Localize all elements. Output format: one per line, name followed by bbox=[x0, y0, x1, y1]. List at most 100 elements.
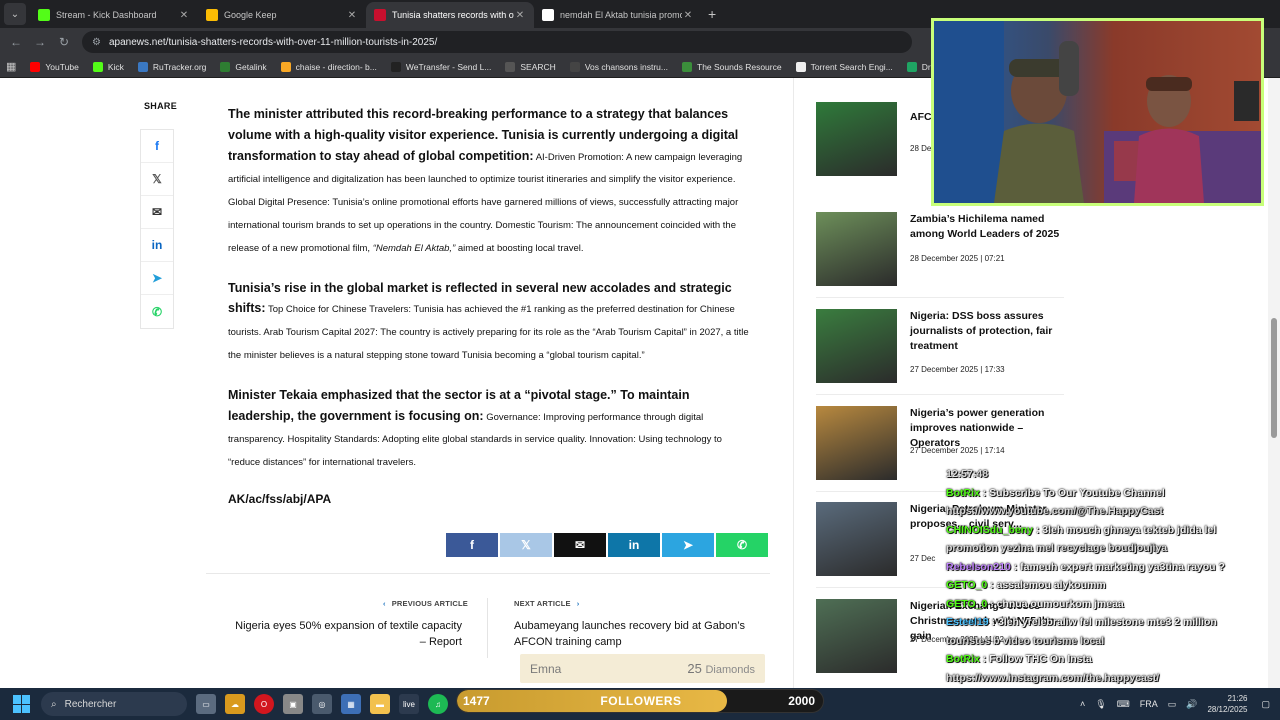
news-thumbnail[interactable] bbox=[816, 212, 897, 286]
clock-time: 21:26 bbox=[1227, 694, 1248, 703]
browser-tab[interactable]: nemdah El Aktab tunisia promo ✕ bbox=[534, 2, 702, 28]
bookmark-item[interactable]: chaise - direction- b... bbox=[280, 61, 377, 72]
whatsapp-share-button[interactable]: ✆ bbox=[716, 533, 768, 557]
whatsapp-share-icon[interactable]: ✆ bbox=[141, 295, 173, 328]
weather-icon[interactable]: ☁ bbox=[225, 694, 245, 714]
news-item[interactable]: Zambia’s Hichilema named among World Lea… bbox=[816, 212, 1064, 302]
taskbar-search[interactable]: ⌕ Rechercher bbox=[41, 692, 187, 716]
email-share-button[interactable]: ✉ bbox=[554, 533, 606, 557]
scrollbar[interactable] bbox=[1268, 78, 1280, 688]
reload-button[interactable]: ↻ bbox=[52, 35, 76, 49]
chat-username: Rebelson210 bbox=[946, 560, 1011, 573]
chat-text: : 3leh mouch ghneya tekteb jdida lel bbox=[1032, 523, 1217, 536]
back-button[interactable]: ← bbox=[4, 35, 28, 49]
chat-message: GETO_0 : assalemou alykoumm bbox=[946, 576, 1266, 595]
new-tab-button[interactable]: + bbox=[708, 6, 716, 22]
news-title[interactable]: Nigeria’s power generation improves nati… bbox=[910, 406, 1064, 451]
linkedin-share-icon[interactable]: in bbox=[141, 229, 173, 262]
task-view-icon[interactable]: ▭ bbox=[196, 694, 216, 714]
bookmark-favicon-icon bbox=[906, 61, 917, 72]
site-info-icon[interactable]: ⚙ bbox=[92, 37, 101, 48]
close-tab-icon[interactable]: ✕ bbox=[346, 10, 358, 21]
news-thumbnail[interactable] bbox=[816, 406, 897, 480]
chat-text: : fameuh expert marketing ya3tina rayou … bbox=[1010, 560, 1225, 573]
network-icon[interactable]: ▭ bbox=[1168, 699, 1177, 710]
opera-icon[interactable]: O bbox=[254, 694, 274, 714]
bookmark-item[interactable]: Getalink bbox=[220, 61, 267, 72]
linkedin-share-button[interactable]: in bbox=[608, 533, 660, 557]
apps-icon[interactable]: ▦ bbox=[6, 60, 16, 73]
bookmark-item[interactable]: Kick bbox=[92, 61, 124, 72]
email-share-icon[interactable]: ✉ bbox=[141, 196, 173, 229]
spotify-icon[interactable]: ♫ bbox=[428, 694, 448, 714]
app-icon[interactable]: ▦ bbox=[341, 694, 361, 714]
chat-message: promotion yezina mel recyclage boudjouji… bbox=[946, 539, 1266, 558]
bookmark-favicon-icon bbox=[137, 61, 148, 72]
chevron-left-icon: ‹ bbox=[383, 599, 386, 608]
bookmark-item[interactable]: RuTracker.org bbox=[137, 61, 206, 72]
windows-start-icon[interactable] bbox=[13, 695, 31, 713]
bookmark-item[interactable]: WeTransfer - Send L... bbox=[390, 61, 492, 72]
divider bbox=[487, 598, 488, 658]
notifications-icon[interactable]: ▢ bbox=[1261, 699, 1270, 710]
previous-article-label: ‹ PREVIOUS ARTICLE bbox=[383, 599, 468, 608]
file-explorer-icon[interactable]: ▬ bbox=[370, 694, 390, 714]
x-share-icon[interactable]: 𝕏 bbox=[141, 163, 173, 196]
bookmark-item[interactable]: Vos chansons instru... bbox=[569, 61, 668, 72]
url-bar[interactable]: ⚙ apanews.net/tunisia-shatters-records-w… bbox=[82, 31, 912, 53]
bookmark-favicon-icon bbox=[30, 61, 41, 72]
close-tab-icon[interactable]: ✕ bbox=[514, 10, 526, 21]
chat-text: https://www.instagram.com/the.happycast/ bbox=[946, 671, 1160, 684]
divider bbox=[206, 573, 770, 574]
news-title[interactable]: Zambia’s Hichilema named among World Lea… bbox=[910, 212, 1064, 242]
system-tray: ˄ 🎙 ⌨ FRA ▭ 🔊 21:26 28/12/2025 ▢ bbox=[1080, 688, 1280, 720]
news-thumbnail[interactable] bbox=[816, 309, 897, 383]
chat-text: : Follow THC On Insta bbox=[979, 653, 1092, 665]
tab-search-button[interactable]: ⌄ bbox=[4, 3, 26, 25]
news-date: 28 De bbox=[910, 144, 932, 153]
bookmark-item[interactable]: SEARCH bbox=[505, 61, 556, 72]
app-icon[interactable]: ◎ bbox=[312, 694, 332, 714]
bookmark-item[interactable]: YouTube bbox=[30, 61, 79, 72]
telegram-share-icon[interactable]: ➤ bbox=[141, 262, 173, 295]
x-share-button[interactable]: 𝕏 bbox=[500, 533, 552, 557]
news-title[interactable]: Nigeria: DSS boss assures journalists of… bbox=[910, 309, 1064, 354]
browser-tab[interactable]: Stream - Kick Dashboard ✕ bbox=[30, 2, 198, 28]
browser-tab[interactable]: Tunisia shatters records with ov ✕ bbox=[366, 2, 534, 28]
bookmark-item[interactable]: The Sounds Resource bbox=[682, 61, 782, 72]
facebook-share-button[interactable]: f bbox=[446, 533, 498, 557]
search-icon: ⌕ bbox=[51, 698, 57, 710]
apanews-icon bbox=[374, 9, 386, 21]
previous-article-link[interactable]: Nigeria eyes 50% expansion of textile ca… bbox=[228, 618, 462, 650]
facebook-share-icon[interactable]: f bbox=[141, 130, 173, 163]
article-body: The minister attributed this record-brea… bbox=[228, 104, 750, 506]
keyboard-icon[interactable]: ⌨ bbox=[1117, 699, 1130, 710]
chat-message: BotRix : Follow THC On Insta bbox=[946, 650, 1266, 669]
close-tab-icon[interactable]: ✕ bbox=[682, 10, 694, 21]
bookmark-label: WeTransfer - Send L... bbox=[405, 61, 492, 72]
next-article-link[interactable]: Aubameyang launches recovery bid at Gabo… bbox=[514, 618, 754, 650]
telegram-share-button[interactable]: ➤ bbox=[662, 533, 714, 557]
language-indicator[interactable]: FRA bbox=[1140, 699, 1158, 709]
news-thumbnail[interactable] bbox=[816, 502, 897, 576]
share-sidebar: f 𝕏 ✉ in ➤ ✆ bbox=[140, 129, 174, 329]
app-icon[interactable]: ▣ bbox=[283, 694, 303, 714]
volume-icon[interactable]: 🔊 bbox=[1186, 699, 1197, 710]
news-item[interactable]: Nigeria: DSS boss assures journalists of… bbox=[816, 309, 1064, 399]
news-thumbnail[interactable] bbox=[816, 599, 897, 673]
clock[interactable]: 21:26 28/12/2025 bbox=[1207, 693, 1247, 715]
news-thumbnail[interactable] bbox=[816, 102, 897, 176]
browser-tab[interactable]: Google Keep ✕ bbox=[198, 2, 366, 28]
chat-message: touristes b video tourisme local bbox=[946, 632, 1266, 651]
news-date: 27 Dec bbox=[910, 554, 936, 563]
forward-button[interactable]: → bbox=[28, 35, 52, 49]
scrollbar-thumb[interactable] bbox=[1271, 318, 1277, 438]
chevron-up-icon[interactable]: ˄ bbox=[1080, 699, 1085, 709]
live-app-icon[interactable]: live bbox=[399, 694, 419, 714]
bookmark-item[interactable]: Torrent Search Engi... bbox=[795, 61, 893, 72]
paragraph-pivotal-stage: Minister Tekaia emphasized that the sect… bbox=[228, 387, 722, 469]
chat-text: : assalemou alykoumm bbox=[987, 579, 1106, 591]
close-tab-icon[interactable]: ✕ bbox=[178, 10, 190, 21]
chat-username: CHINOISdu_beny bbox=[946, 523, 1033, 536]
microphone-icon[interactable]: 🎙 bbox=[1095, 699, 1106, 710]
